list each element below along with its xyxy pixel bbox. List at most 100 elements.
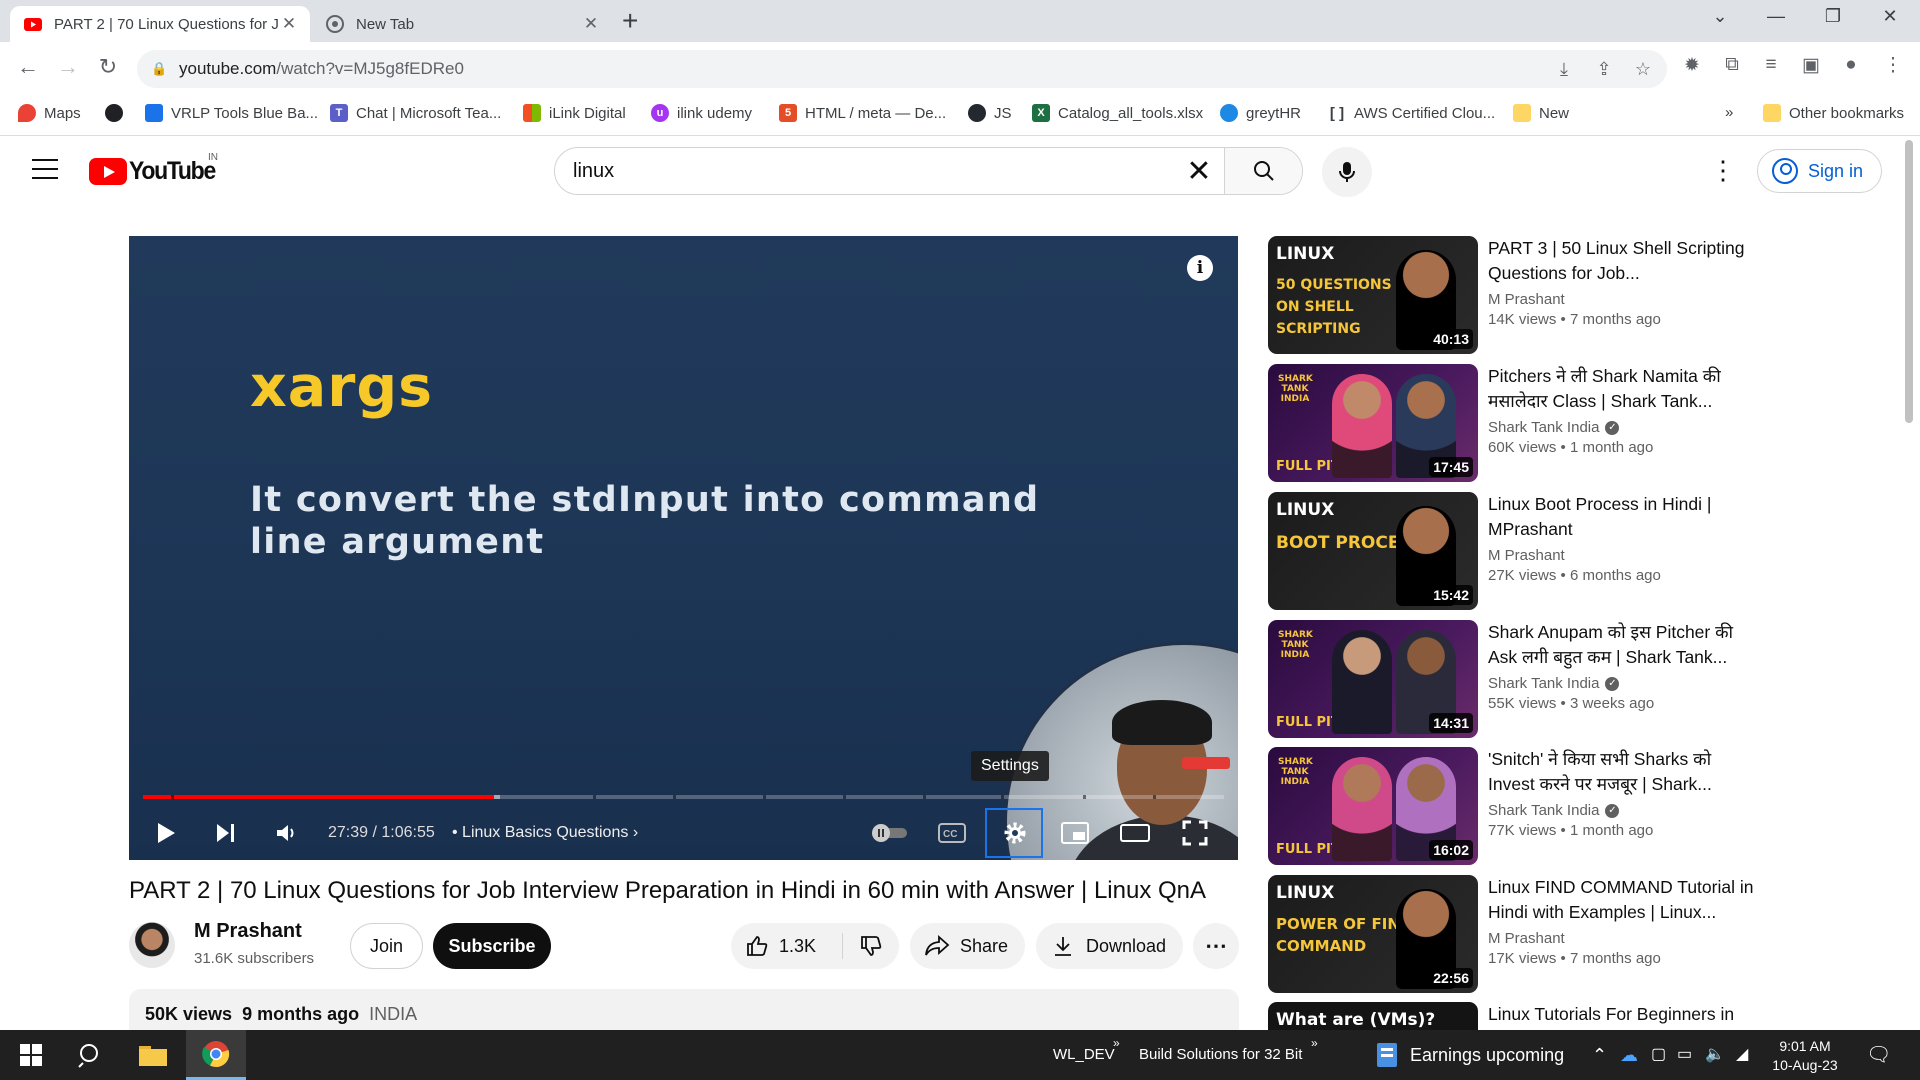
folder-icon: [139, 1046, 167, 1066]
subscribe-button[interactable]: Subscribe: [433, 923, 551, 969]
tab-search-icon[interactable]: ⌄: [1700, 6, 1740, 27]
video-thumbnail[interactable]: LINUX BOOT PROCESS 15:42: [1268, 492, 1478, 610]
bookmarks-overflow-button[interactable]: »: [1725, 104, 1733, 121]
minimize-icon[interactable]: —: [1756, 6, 1796, 27]
voice-search-button[interactable]: [1322, 147, 1372, 197]
bookmark-maps[interactable]: Maps: [18, 104, 81, 122]
recommended-video[interactable]: LINUX POWER OF FIND COMMAND 22:56 Linux …: [1268, 875, 1758, 994]
wifi-icon[interactable]: ◢: [1736, 1030, 1748, 1080]
info-icon[interactable]: i: [1187, 255, 1213, 281]
profile-icon[interactable]: ●: [1836, 54, 1866, 76]
video-thumbnail[interactable]: LINUX 50 QUESTIONS ON SHELL SCRIPTING 40…: [1268, 236, 1478, 354]
bookmark-catalog-xlsx[interactable]: X Catalog_all_tools.xlsx: [1032, 104, 1203, 122]
tab-new-tab[interactable]: New Tab ✕: [312, 6, 612, 42]
search-input[interactable]: [555, 148, 1174, 194]
subtitles-button[interactable]: CC: [924, 806, 980, 860]
close-tab-icon[interactable]: ✕: [278, 14, 300, 34]
show-hidden-icons-icon[interactable]: ⌃: [1592, 1030, 1607, 1080]
bookmark-aws-certified[interactable]: [ ] AWS Certified Clou...: [1328, 104, 1495, 122]
taskbar-clock[interactable]: 9:01 AM 10-Aug-23: [1765, 1037, 1845, 1075]
chapter-title-button[interactable]: • Linux Basics Questions ›: [452, 806, 638, 860]
onedrive-cloud-icon[interactable]: ☁: [1620, 1030, 1638, 1080]
thumbnail-text: SHARK TANK INDIA: [1278, 374, 1313, 404]
side-panel-icon[interactable]: ▣: [1796, 54, 1826, 77]
download-button[interactable]: Download: [1036, 923, 1183, 969]
battery-icon[interactable]: ▭: [1677, 1030, 1692, 1080]
other-bookmarks[interactable]: Other bookmarks: [1763, 104, 1904, 122]
channel-avatar[interactable]: [129, 922, 175, 968]
video-thumbnail[interactable]: LINUX POWER OF FIND COMMAND 22:56: [1268, 875, 1478, 993]
close-window-icon[interactable]: ✕: [1870, 6, 1910, 27]
tab-youtube-video[interactable]: PART 2 | 70 Linux Questions for J ✕: [10, 6, 310, 42]
device-icon[interactable]: ▢: [1651, 1030, 1666, 1080]
bookmark-ilink-digital[interactable]: iLink Digital: [523, 104, 626, 122]
share-page-icon[interactable]: ⇪: [1589, 50, 1619, 88]
autoplay-toggle[interactable]: [864, 806, 914, 860]
clear-search-icon[interactable]: ✕: [1174, 154, 1224, 189]
forward-icon[interactable]: →: [53, 54, 83, 80]
sign-in-button[interactable]: Sign in: [1757, 149, 1883, 193]
bookmark-greythr[interactable]: greytHR: [1220, 104, 1301, 122]
taskbar-label-wl-dev[interactable]: WL_DEV: [1053, 1030, 1115, 1080]
video-thumbnail[interactable]: What are (VMs)?: [1268, 1002, 1478, 1030]
address-bar[interactable]: 🔒 youtube.com/watch?v=MJ5g8fEDRe0 ⤓ ⇪ ☆: [137, 50, 1667, 88]
bookmark-star-icon[interactable]: ☆: [1628, 50, 1658, 88]
recommended-video[interactable]: SHARK TANK INDIA FULL PITCH 14:31 Shark …: [1268, 620, 1758, 739]
recommended-video[interactable]: LINUX 50 QUESTIONS ON SHELL SCRIPTING 40…: [1268, 236, 1758, 355]
install-app-icon[interactable]: ⤓: [1549, 50, 1579, 88]
video-thumbnail[interactable]: SHARK TANK INDIA FULL PITCH 17:45: [1268, 364, 1478, 482]
play-button[interactable]: [141, 806, 191, 860]
bookmark-ilink-udemy[interactable]: u ilink udemy: [651, 104, 752, 122]
dislike-button[interactable]: [843, 934, 899, 958]
bookmark-globe[interactable]: [105, 104, 131, 122]
share-button[interactable]: Share: [910, 923, 1025, 969]
search-button[interactable]: [1224, 148, 1302, 194]
chrome-menu-icon[interactable]: ⋮: [1878, 54, 1908, 77]
progress-bar[interactable]: [143, 795, 1224, 799]
bookmark-teams-chat[interactable]: T Chat | Microsoft Tea...: [330, 104, 501, 122]
maximize-icon[interactable]: ❐: [1813, 6, 1853, 27]
video-player[interactable]: xargs It convert the stdInput into comma…: [129, 236, 1238, 860]
back-icon[interactable]: ←: [13, 54, 43, 80]
bookmark-html-meta[interactable]: 5 HTML / meta — De...: [779, 104, 946, 122]
miniplayer-button[interactable]: [1047, 806, 1103, 860]
taskbar-search-button[interactable]: [68, 1030, 114, 1080]
youtube-logo[interactable]: YouTube IN: [89, 152, 222, 186]
bookmark-new-folder[interactable]: New: [1513, 104, 1569, 122]
speaker-icon[interactable]: 🔈: [1705, 1030, 1725, 1080]
notifications-icon[interactable]: 🗨: [1866, 1030, 1891, 1080]
fullscreen-button[interactable]: [1167, 806, 1223, 860]
media-queue-icon[interactable]: ≡: [1756, 54, 1786, 76]
bookmark-vrlp-tools[interactable]: VRLP Tools Blue Ba...: [145, 104, 318, 122]
next-video-button[interactable]: [201, 806, 251, 860]
theater-mode-button[interactable]: [1107, 806, 1163, 860]
clock-date: 10-Aug-23: [1772, 1057, 1838, 1073]
taskbar-label-build-solutions[interactable]: Build Solutions for 32 Bit: [1139, 1030, 1302, 1080]
file-explorer-button[interactable]: [130, 1030, 176, 1080]
video-thumbnail[interactable]: SHARK TANK INDIA FULL PITCH 16:02: [1268, 747, 1478, 865]
recommended-video[interactable]: SHARK TANK INDIA FULL PITCH 16:02 'Snitc…: [1268, 747, 1758, 866]
channel-name[interactable]: M Prashant: [194, 920, 302, 943]
chrome-taskbar-button[interactable]: [186, 1030, 246, 1080]
close-tab-icon[interactable]: ✕: [580, 14, 602, 34]
menu-icon[interactable]: [32, 159, 58, 186]
page-scrollbar[interactable]: [1905, 140, 1913, 423]
country-tag[interactable]: INDIA: [369, 1004, 417, 1024]
bookmark-js[interactable]: JS: [968, 104, 1012, 122]
join-button[interactable]: Join: [350, 923, 423, 969]
more-actions-icon[interactable]: ⋯: [1193, 923, 1239, 969]
extensions-puzzle-icon[interactable]: ⧉: [1717, 54, 1747, 76]
recommended-video[interactable]: What are (VMs)? Linux Tutorials For Begi…: [1268, 1002, 1758, 1030]
volume-button[interactable]: [262, 806, 312, 860]
extension-bug-icon[interactable]: ✹: [1677, 54, 1707, 77]
reload-icon[interactable]: ↻: [93, 54, 123, 80]
new-tab-button[interactable]: +: [622, 7, 638, 35]
news-widget-icon[interactable]: [1372, 1030, 1402, 1080]
widget-earnings-label[interactable]: Earnings upcoming: [1410, 1030, 1564, 1080]
windows-start-button[interactable]: [8, 1030, 54, 1080]
recommended-video[interactable]: SHARK TANK INDIA FULL PITCH 17:45 Pitche…: [1268, 364, 1758, 483]
recommended-video[interactable]: LINUX BOOT PROCESS 15:42 Linux Boot Proc…: [1268, 492, 1758, 611]
like-button[interactable]: 1.3K: [731, 933, 843, 959]
more-options-icon[interactable]: ⋮: [1710, 157, 1736, 183]
video-thumbnail[interactable]: SHARK TANK INDIA FULL PITCH 14:31: [1268, 620, 1478, 738]
